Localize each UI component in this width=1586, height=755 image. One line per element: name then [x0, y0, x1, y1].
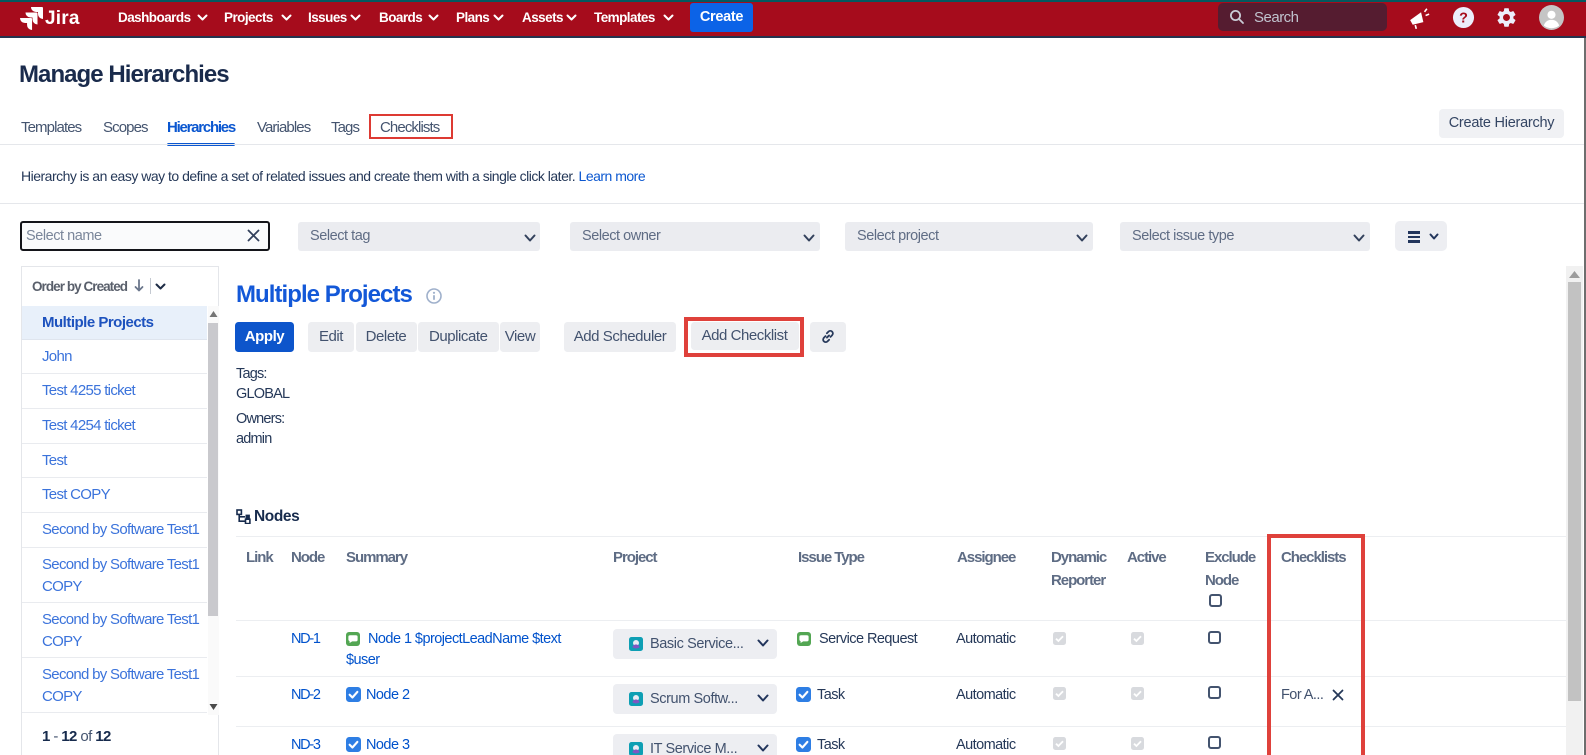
- svg-text:?: ?: [1459, 10, 1468, 26]
